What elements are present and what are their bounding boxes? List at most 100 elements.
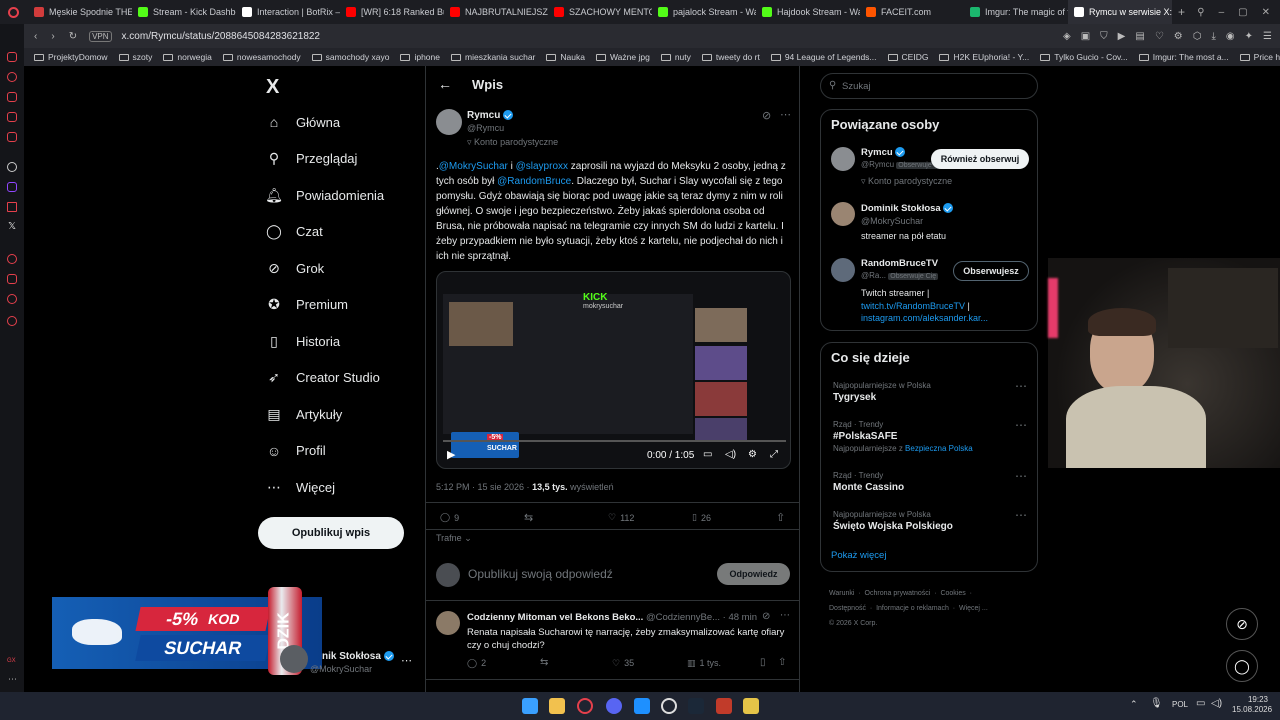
bookmark-item[interactable]: 94 League of Legends... — [770, 52, 877, 62]
url-text[interactable]: x.com/Rymcu/status/2088645084283621822 — [122, 31, 320, 42]
back-arrow-icon[interactable]: ← — [438, 76, 452, 92]
microphone-icon[interactable]: 🎙︎ — [1150, 698, 1163, 709]
sidebar-more-icon[interactable]: ⋯ — [8, 674, 17, 685]
reply-author-name[interactable]: Codzienny Mitoman vel Bekons Beko... — [467, 612, 643, 623]
author-handle[interactable]: @Rymcu — [467, 123, 504, 133]
browser-tab[interactable]: Męskie Spodnie THE — [28, 0, 132, 24]
settings-icon[interactable]: ⚙ — [1174, 31, 1183, 42]
browser-tab[interactable]: Rymcu w serwisie X: „@M — [1068, 0, 1172, 24]
footer-link[interactable]: Ochrona prywatności — [865, 590, 931, 597]
mention-link[interactable]: @MokrySuchar — [439, 161, 508, 172]
menu-icon[interactable]: ☰ — [1263, 31, 1272, 42]
account-more-icon[interactable]: ⋯ — [401, 654, 412, 667]
bookmark-item[interactable]: ProjektyDomow — [34, 52, 108, 62]
reply-retweet-icon[interactable]: ⇆ — [540, 657, 548, 668]
video-progress-track[interactable] — [443, 440, 786, 442]
reply-reply-count[interactable]: ◯ 2 — [467, 658, 486, 669]
nav-item-grok[interactable]: ⊘ Grok — [266, 260, 324, 276]
reply-bookmark-icon[interactable]: ▯ — [760, 657, 766, 668]
sidebar-chat-icon[interactable] — [7, 294, 17, 304]
app-icon[interactable] — [743, 698, 759, 714]
browser-tab[interactable]: Stream - Kick Dashbo — [132, 0, 236, 24]
footer-link[interactable]: Cookies — [940, 590, 965, 597]
captions-icon[interactable]: ▭ — [703, 449, 712, 460]
tweet-video[interactable]: KICK mokrysuchar -5% SUCHAR ▶ 0:00 / 1:0… — [436, 271, 791, 469]
bookmark-item[interactable]: norwegia — [163, 52, 212, 62]
volume-icon[interactable]: ◁) — [1211, 698, 1222, 709]
ai-icon[interactable]: ✦ — [1245, 31, 1253, 42]
reply-grok-icon[interactable]: ⊘ — [762, 611, 770, 622]
mention-link[interactable]: @RandomBruce — [497, 176, 571, 187]
person-name[interactable]: Dominik Stokłosa — [861, 203, 954, 214]
reply-more-icon[interactable]: ⋯ — [780, 610, 790, 621]
extension-icon[interactable]: ◈ — [1063, 31, 1071, 42]
back-icon[interactable]: ‹ — [34, 31, 37, 42]
footer-link[interactable]: Informacje o reklamach — [876, 605, 949, 612]
nav-item-search[interactable]: ⚲ Przeglądaj — [266, 150, 358, 167]
sidebar-clock-icon[interactable] — [7, 254, 17, 264]
bookmark-item[interactable]: Tylko Gucio - Cov... — [1040, 52, 1128, 62]
reply-share-icon[interactable]: ⇧ — [778, 657, 786, 668]
search-input[interactable]: Szukaj — [842, 81, 871, 92]
reply-like-count[interactable]: ♡ 35 — [612, 658, 634, 669]
instagram-link[interactable]: instagram.com/aleksander.kar... — [861, 313, 988, 323]
author-name[interactable]: Rymcu — [467, 110, 514, 121]
display-icon[interactable]: ▭ — [1196, 698, 1205, 709]
messages-fab-icon[interactable]: ◯ — [1226, 650, 1258, 682]
bookmark-item[interactable]: mieszkania suchar — [451, 52, 535, 62]
bookmark-item[interactable]: H2K EUphoria! - Y... — [939, 52, 1029, 62]
wallet-icon[interactable]: ▤ — [1135, 31, 1144, 42]
clock[interactable]: 19:23 15.08.2026 — [1232, 695, 1272, 715]
sidebar-settings-icon[interactable] — [7, 316, 17, 326]
reply-avatar[interactable] — [436, 611, 460, 635]
account-name[interactable]: nik Stokłosa — [322, 651, 394, 662]
person-handle[interactable]: @Ra... Obserwuje Cię — [861, 271, 939, 280]
show-more-link[interactable]: Pokaż więcej — [831, 550, 886, 561]
grok-icon[interactable]: ⊘ — [762, 109, 771, 122]
obs-icon[interactable] — [661, 698, 677, 714]
nav-item-premium[interactable]: ✪ Premium — [266, 296, 348, 313]
reload-icon[interactable]: ↻ — [69, 31, 77, 42]
person-avatar[interactable] — [831, 147, 855, 171]
sort-replies-dropdown[interactable]: Trafne ⌄ — [436, 533, 472, 544]
footer-link[interactable]: Warunki — [829, 590, 854, 597]
author-avatar[interactable] — [436, 109, 462, 135]
trend-more-icon[interactable]: ⋯ — [1015, 379, 1027, 393]
bookmark-item[interactable]: Nauka — [546, 52, 585, 62]
new-tab-icon[interactable]: + — [1178, 5, 1185, 19]
grok-fab-icon[interactable]: ⊘ — [1226, 608, 1258, 640]
trend-item[interactable]: Najpopularniejsze w Polska Święto Wojska … — [833, 510, 1033, 532]
sidebar-x-icon[interactable]: 𝕏 — [8, 221, 16, 232]
trend-more-icon[interactable]: ⋯ — [1015, 469, 1027, 483]
camera-icon[interactable]: ◉ — [1226, 31, 1235, 42]
discord-icon[interactable] — [606, 698, 622, 714]
bookmark-item[interactable]: nowesamochody — [222, 52, 301, 62]
maximize-icon[interactable]: ▢ — [1238, 7, 1247, 18]
trend-item[interactable]: Rząd · Trendy #PolskaSAFE Najpopularniejsz… — [833, 420, 1033, 453]
follow-back-button[interactable]: Również obserwuj — [931, 149, 1029, 169]
reply-count[interactable]: ◯ 9 — [440, 512, 459, 523]
nav-item-article[interactable]: ▤ Artykuły — [266, 406, 342, 422]
footer-link[interactable]: Więcej ... — [959, 605, 988, 612]
footer-link[interactable]: Dostępność — [829, 605, 866, 612]
bookmark-item[interactable]: samochody xayo — [311, 52, 389, 62]
trend-item[interactable]: Rząd · Trendy Monte Cassino — [833, 471, 1033, 493]
forward-icon[interactable]: › — [51, 31, 54, 42]
browser-tab[interactable]: [WR] 6:18 Ranked Bu — [340, 0, 444, 24]
sidebar-box-icon[interactable] — [7, 132, 17, 142]
language-indicator[interactable]: POL — [1172, 700, 1188, 709]
fullscreen-icon[interactable]: ⤢ — [770, 449, 778, 460]
trend-item[interactable]: Najpopularniejsze w Polska Tygrysek — [833, 381, 1033, 403]
browser-tab[interactable]: Hajdook Stream - Wa — [756, 0, 860, 24]
bookmark-item[interactable]: nuty — [660, 52, 691, 62]
x-logo-icon[interactable]: X — [266, 76, 279, 99]
player-icon[interactable]: ▶ — [1118, 31, 1126, 42]
trend-more-icon[interactable]: ⋯ — [1015, 418, 1027, 432]
reply-submit-button[interactable]: Odpowiedz — [717, 563, 790, 585]
sidebar-cube-icon[interactable] — [7, 274, 17, 284]
video-settings-icon[interactable]: ⚙ — [748, 449, 757, 460]
mention-link[interactable]: @slayproxx — [516, 161, 568, 172]
tweet-more-icon[interactable]: ⋯ — [780, 108, 791, 121]
bookmark-item[interactable]: CEIDG — [887, 52, 928, 62]
opera-taskbar-icon[interactable] — [577, 698, 593, 714]
